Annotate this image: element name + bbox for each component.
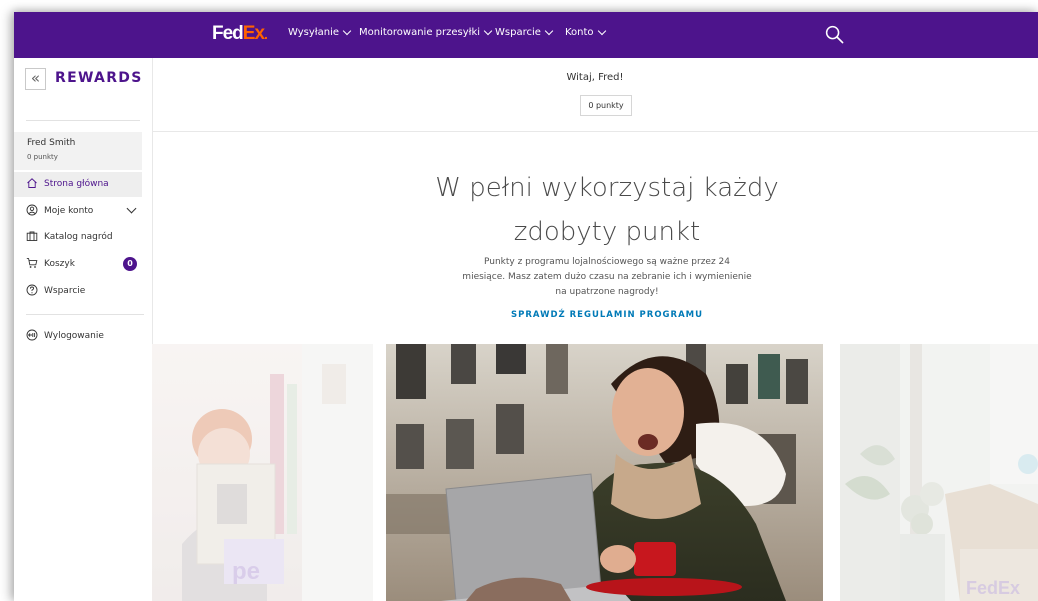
nav-support[interactable]: Wsparcie (495, 26, 554, 38)
divider (26, 120, 140, 121)
nav-tracking[interactable]: Monitorowanie przesyłki (359, 26, 493, 38)
headline-line: W pełni wykorzystaj każdy (435, 173, 779, 203)
sidebar-item-home[interactable]: Strona główna (14, 172, 142, 197)
points-balance: 0 punkty (580, 95, 632, 116)
collapse-sidebar-button[interactable]: « (25, 68, 46, 90)
sidebar-item-support[interactable]: Wsparcie (14, 279, 142, 304)
flowers-and-parcel-image: FedEx (840, 344, 1038, 601)
description-line: na upatrzone nagrody! (555, 287, 659, 297)
sidebar-item-label: Wylogowanie (44, 331, 104, 341)
browser-window: FedEx. Wysyłanie Monitorowanie przesyłki… (14, 12, 1038, 601)
sidebar-item-label: Katalog nagród (44, 232, 113, 242)
sidebar-item-label: Wsparcie (44, 286, 86, 296)
nav-shipping[interactable]: Wysyłanie (288, 26, 352, 38)
help-icon (26, 284, 38, 296)
divider (152, 131, 1038, 132)
chevron-down-icon[interactable] (126, 203, 137, 214)
sidebar-item-label: Moje konto (44, 206, 94, 216)
chevron-down-icon (544, 26, 554, 36)
divider (26, 314, 144, 315)
top-navigation-bar: FedEx. Wysyłanie Monitorowanie przesyłki… (14, 12, 1038, 58)
sidebar-title: REWARDS (55, 70, 143, 86)
svg-text:FedEx: FedEx (966, 578, 1020, 598)
program-rules-link[interactable]: SPRAWDŹ REGULAMIN PROGRAMU (390, 310, 824, 320)
nav-account-label: Konto (565, 27, 594, 38)
user-circle-icon (26, 204, 38, 216)
home-icon (27, 178, 37, 188)
description-line: miesiące. Masz zatem dużo czasu na zebra… (462, 272, 752, 282)
nav-tracking-label: Monitorowanie przesyłki (359, 27, 481, 38)
nav-shipping-label: Wysyłanie (288, 27, 339, 38)
logo-fed-text: Fed (212, 23, 244, 44)
carousel-image-left[interactable]: pe (152, 344, 373, 601)
chevron-down-icon (483, 26, 493, 36)
sidebar-item-cart[interactable]: Koszyk 0 (14, 252, 142, 277)
sidebar-item-logout[interactable]: Wylogowanie (14, 324, 142, 349)
logout-icon (26, 329, 38, 341)
user-summary: Fred Smith 0 punkty (14, 132, 142, 170)
user-points: 0 punkty (27, 153, 58, 161)
hero-headline: W pełni wykorzystaj każdy zdobyty punkt (390, 166, 824, 254)
chevron-down-icon (597, 26, 606, 36)
chevron-down-icon (342, 26, 352, 36)
sidebar-item-rewards-catalog[interactable]: Katalog nagród (14, 225, 142, 250)
logo-ex-text: Ex (242, 23, 265, 44)
woman-with-parcel-image: pe (152, 344, 373, 601)
sidebar-item-label: Strona główna (44, 179, 109, 189)
carousel-image-right[interactable]: FedEx (840, 344, 1038, 601)
headline-line: zdobyty punkt (513, 217, 701, 247)
cart-count-badge: 0 (123, 257, 137, 271)
sidebar: « REWARDS Fred Smith 0 punkty Strona głó… (14, 58, 153, 601)
search-icon[interactable] (825, 25, 844, 44)
fedex-logo[interactable]: FedEx. (212, 23, 268, 45)
sidebar-item-label: Koszyk (44, 259, 75, 269)
nav-account[interactable]: Konto (565, 26, 606, 38)
woman-with-laptop-image (386, 344, 823, 601)
hero-description: Punkty z programu lojalnościowego są waż… (440, 255, 774, 300)
carousel-image-center[interactable] (386, 344, 823, 601)
nav-support-label: Wsparcie (495, 27, 541, 38)
description-line: Punkty z programu lojalnościowego są waż… (483, 257, 730, 267)
cart-icon (26, 258, 38, 268)
sidebar-item-my-account[interactable]: Moje konto (14, 199, 142, 224)
logo-dot: . (264, 26, 268, 42)
welcome-message: Witaj, Fred! (566, 72, 624, 83)
gift-icon (26, 231, 38, 241)
user-name: Fred Smith (27, 138, 76, 148)
